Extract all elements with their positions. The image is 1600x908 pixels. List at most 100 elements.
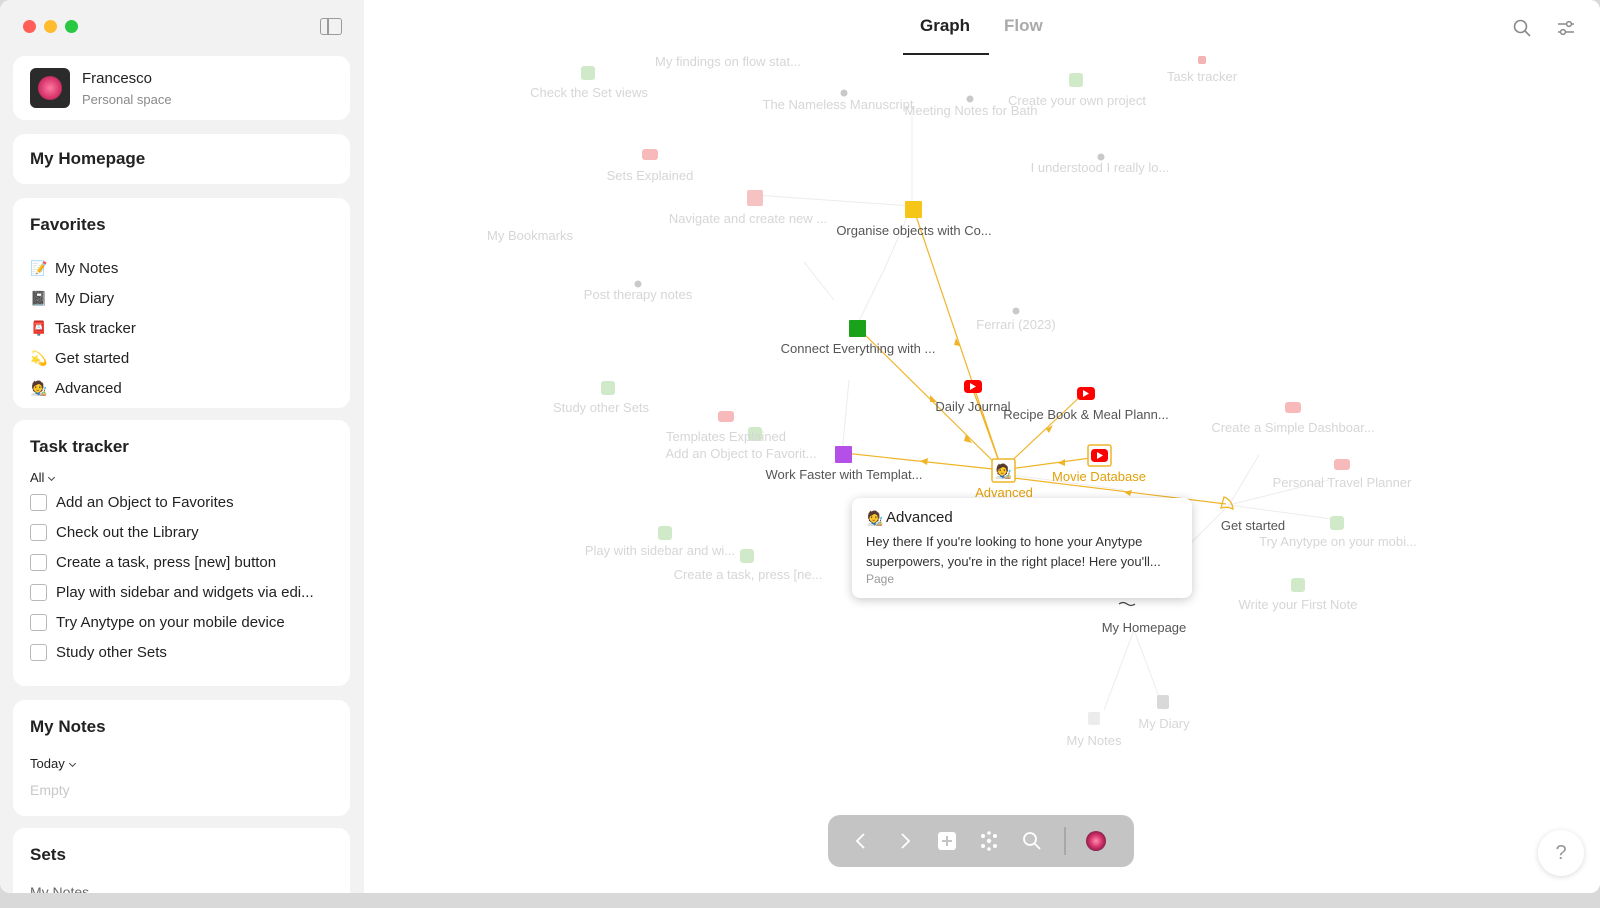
tab-graph[interactable]: Graph	[920, 16, 970, 36]
task-item[interactable]: Play with sidebar and widgets via edi...	[30, 580, 314, 604]
search-icon[interactable]	[1512, 18, 1532, 38]
graph-label: Write your First Note	[1239, 597, 1358, 612]
task-tracker-title[interactable]: Task tracker	[30, 437, 129, 457]
favorite-item-my-diary[interactable]: 📓 My Diary	[30, 286, 114, 310]
graph-label: I understood I really lo...	[1031, 160, 1170, 175]
profile-subtitle: Personal space	[82, 92, 172, 107]
graph-node-preview: 🧑‍🎨 Advanced Hey there If you're looking…	[852, 498, 1192, 598]
preview-type: Page	[866, 572, 895, 586]
graph-label: Study other Sets	[553, 400, 650, 415]
profile-name: Francesco	[82, 70, 153, 87]
favorites-title[interactable]: Favorites	[30, 215, 106, 235]
graph-label: Create a Simple Dashboar...	[1211, 420, 1374, 435]
task-checkbox[interactable]	[30, 643, 47, 661]
comet-icon[interactable]	[1220, 496, 1234, 511]
tab-flow[interactable]: Flow	[1004, 16, 1043, 36]
plus-icon[interactable]	[935, 829, 959, 853]
zoom-window-button[interactable]	[65, 20, 78, 33]
favorites-widget: Favorites 📝 My Notes 📓 My Diary 📮 Task trac…	[13, 198, 350, 408]
sets-widget: Sets My Notes	[13, 828, 350, 893]
navigation-bar	[828, 815, 1134, 867]
graph-label: Play with sidebar and wi...	[585, 543, 735, 558]
notes-filter-dropdown[interactable]: Today	[30, 756, 76, 771]
graph-label: Daily Journal	[935, 399, 1010, 414]
graph-label: My Homepage	[1102, 620, 1187, 635]
artist-icon: 🧑‍🎨	[995, 462, 1013, 480]
tab-active-indicator	[903, 53, 989, 55]
graph-canvas[interactable]: My findings on flow stat... Check the Se…	[364, 0, 1600, 893]
graph-label: Check the Set views	[530, 85, 648, 100]
homepage-node-icon[interactable]	[1118, 601, 1136, 607]
youtube-icon[interactable]	[964, 380, 982, 393]
artist-icon: 🧑‍🎨	[866, 510, 884, 526]
preview-title: Advanced	[886, 509, 953, 526]
task-checkbox[interactable]	[30, 523, 47, 541]
task-item[interactable]: Create a task, press [new] button	[30, 550, 276, 574]
graph-label: My Diary	[1138, 716, 1190, 731]
minimize-window-button[interactable]	[44, 20, 57, 33]
help-button[interactable]: ?	[1538, 830, 1584, 876]
homepage-title: My Homepage	[30, 149, 146, 168]
back-icon[interactable]	[849, 829, 873, 853]
graph-label: Create your own project	[1008, 93, 1146, 108]
sets-item[interactable]: My Notes	[30, 884, 89, 893]
chevron-down-icon	[48, 473, 56, 482]
comet-icon: 💫	[30, 349, 48, 366]
task-item[interactable]: Check out the Library	[30, 520, 199, 544]
avatar	[30, 68, 70, 108]
notebook-icon: 📓	[30, 289, 48, 306]
graph-label: Add an Object to Favorit...	[665, 446, 816, 461]
mailbox-icon: 📮	[30, 319, 48, 336]
profile-avatar-icon[interactable]	[1084, 829, 1108, 853]
movie-database-node[interactable]	[1087, 444, 1112, 467]
graph-label: Organise objects with Co...	[836, 223, 991, 238]
graph-node-connect[interactable]	[849, 320, 866, 337]
close-window-button[interactable]	[23, 20, 36, 33]
empty-state-text: Empty	[30, 782, 70, 798]
my-notes-title[interactable]: My Notes	[30, 717, 106, 737]
advanced-node[interactable]: 🧑‍🎨	[991, 458, 1016, 483]
task-item[interactable]: Add an Object to Favorites	[30, 490, 234, 514]
task-tracker-widget: Task tracker All Add an Object to Favori…	[13, 420, 350, 686]
my-notes-widget: My Notes Today Empty	[13, 700, 350, 816]
favorite-item-get-started[interactable]: 💫 Get started	[30, 346, 129, 370]
task-checkbox[interactable]	[30, 493, 47, 511]
task-item[interactable]: Study other Sets	[30, 640, 167, 664]
graph-node-work-faster[interactable]	[835, 446, 852, 463]
graph-label: My Notes	[1067, 733, 1122, 748]
forward-icon[interactable]	[893, 829, 917, 853]
graph-label: The Nameless Manuscript	[763, 97, 914, 112]
task-filter-dropdown[interactable]: All	[30, 470, 56, 485]
favorite-item-advanced[interactable]: 🧑‍🎨 Advanced	[30, 376, 122, 400]
graph-node-organise[interactable]	[905, 201, 922, 218]
app-window: Francesco Personal space My Homepage Fav…	[0, 0, 1600, 893]
preview-body: Hey there If you're looking to hone your…	[866, 534, 1161, 569]
profile-card[interactable]: Francesco Personal space	[13, 56, 350, 120]
sidebar: Francesco Personal space My Homepage Fav…	[0, 0, 364, 893]
active-edges	[843, 209, 1227, 505]
graph-label: Work Faster with Templat...	[765, 467, 922, 482]
graph-label: Create a task, press [ne...	[674, 567, 823, 582]
sets-title[interactable]: Sets	[30, 845, 66, 865]
graph-label: Task tracker	[1167, 69, 1238, 84]
homepage-widget[interactable]: My Homepage	[13, 134, 350, 184]
favorite-item-task-tracker[interactable]: 📮 Task tracker	[30, 316, 136, 340]
graph-label: Personal Travel Planner	[1273, 475, 1412, 490]
youtube-icon[interactable]	[1077, 387, 1095, 400]
search-icon[interactable]	[1020, 829, 1044, 853]
favorite-item-my-notes[interactable]: 📝 My Notes	[30, 256, 118, 280]
task-item[interactable]: Try Anytype on your mobile device	[30, 610, 285, 634]
graph-label: My findings on flow stat...	[655, 54, 801, 69]
notepad-icon: 📝	[30, 259, 48, 276]
toolbar-divider	[1064, 827, 1066, 855]
graph-icon[interactable]	[977, 829, 1001, 853]
graph-label-highlight: Movie Database	[1052, 469, 1146, 484]
graph-label: Post therapy notes	[584, 287, 693, 302]
task-checkbox[interactable]	[30, 583, 47, 601]
graph-label: Templates Explained	[666, 429, 786, 444]
graph-label: Get started	[1221, 518, 1285, 533]
task-checkbox[interactable]	[30, 553, 47, 571]
graph-settings-icon[interactable]	[1556, 18, 1576, 38]
sidebar-toggle-icon[interactable]	[320, 18, 342, 35]
task-checkbox[interactable]	[30, 613, 47, 631]
